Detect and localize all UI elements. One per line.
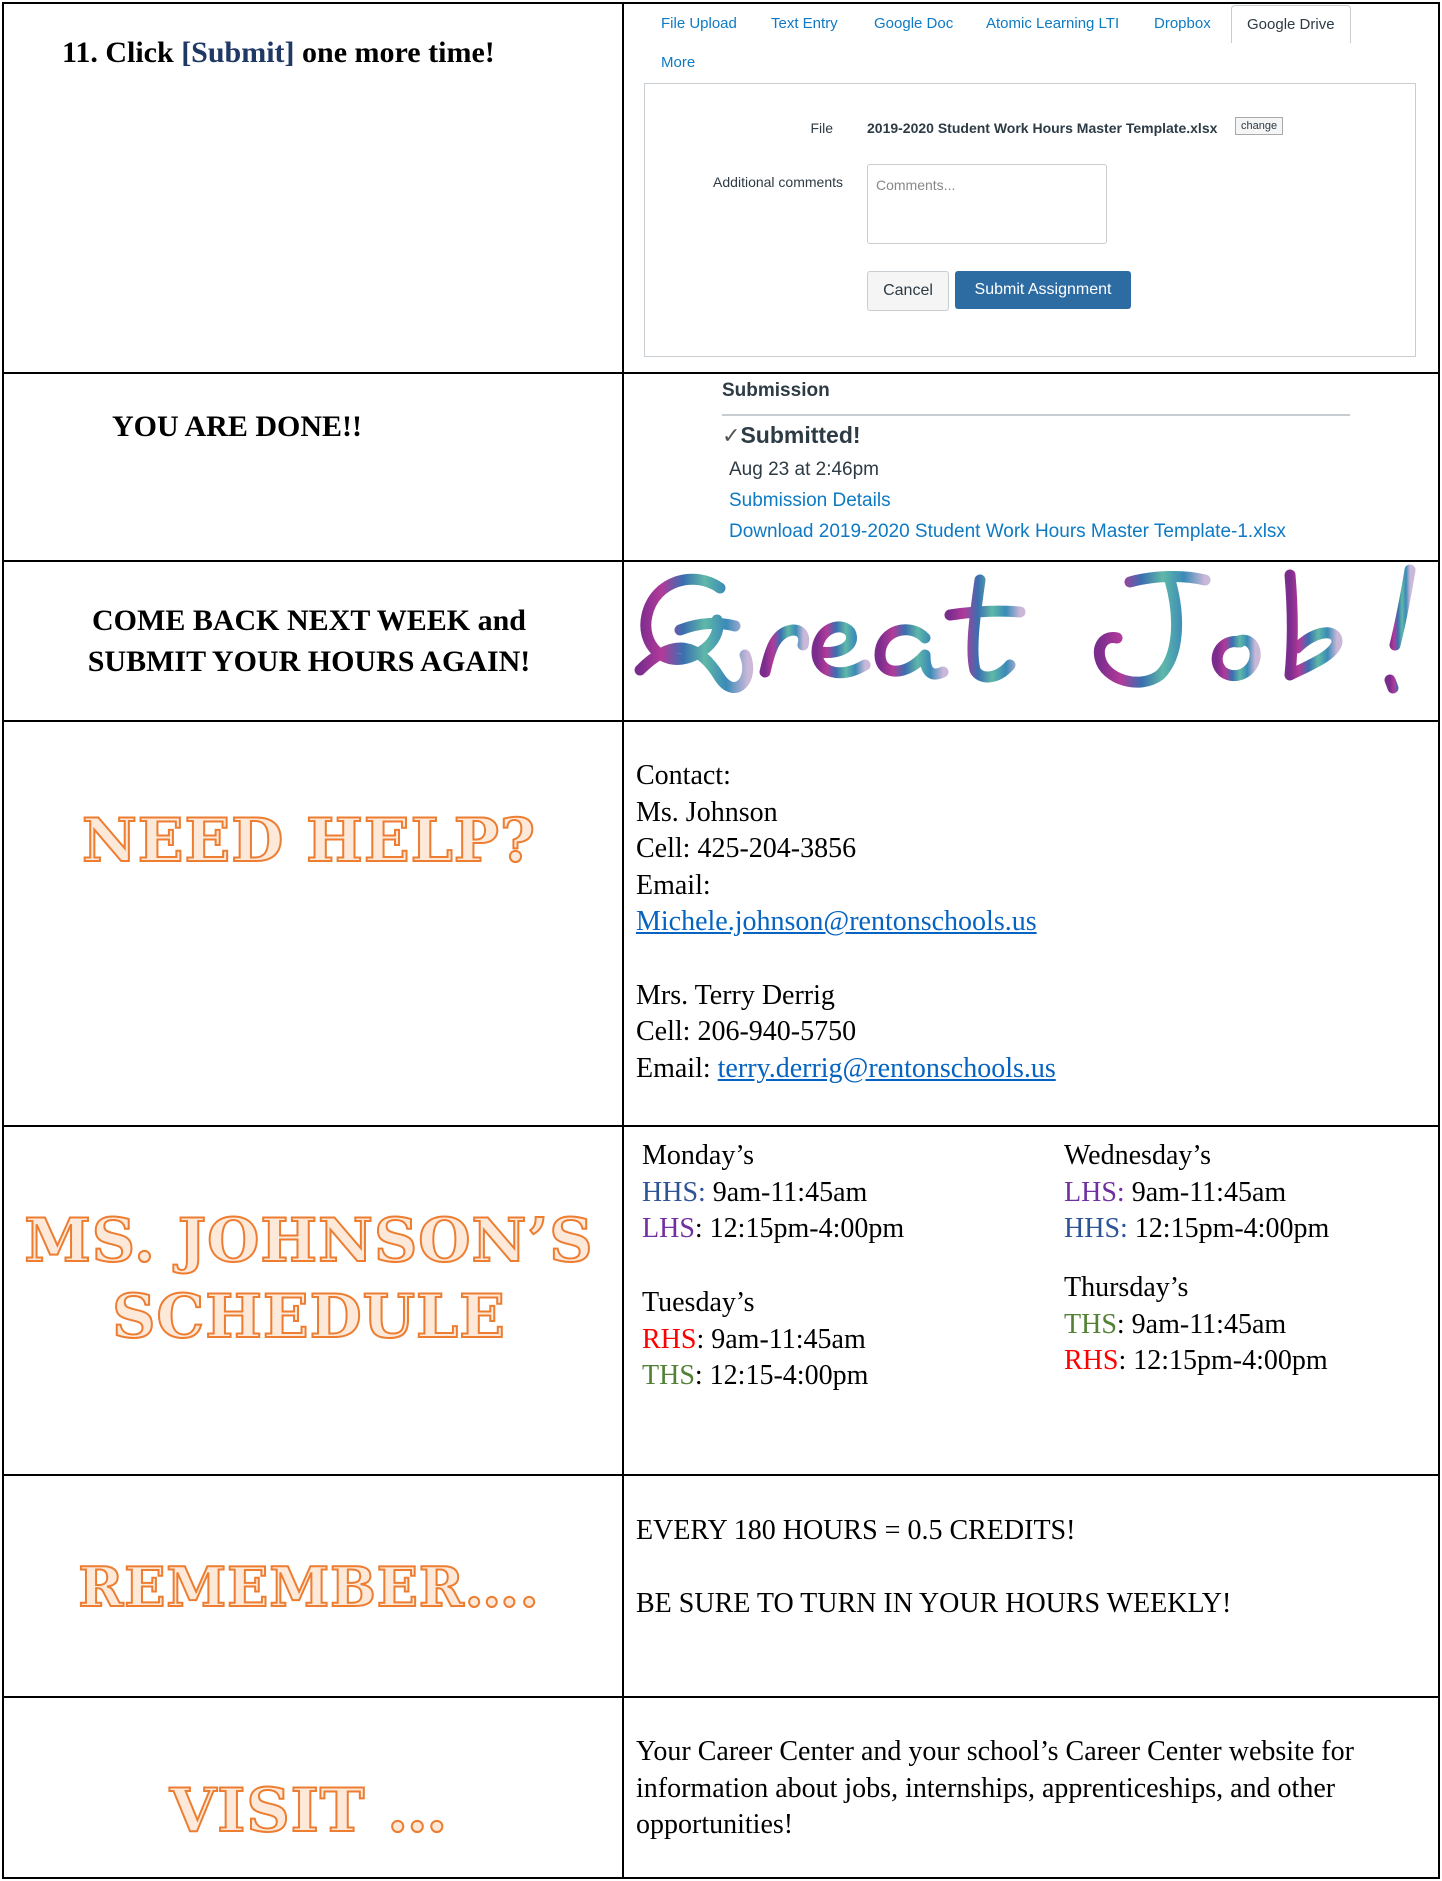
tab-google-doc[interactable]: Google Doc <box>874 15 953 32</box>
cancel-button[interactable]: Cancel <box>867 271 949 311</box>
schedule-title-line1: MS. JOHNSON’S <box>23 1205 594 1277</box>
submission-details-link[interactable]: Submission Details <box>729 490 891 512</box>
contact2-email-label: Email: <box>636 1052 718 1084</box>
schedule-title-line2: SCHEDULE <box>111 1281 506 1353</box>
letter-a <box>874 624 949 680</box>
remember-title: REMEMBER…. <box>77 1554 540 1620</box>
submission-heading: Submission <box>722 380 830 401</box>
wednesday-schedule: Wednesday’s LHS: 9am-11:45am HHS: 12:15p… <box>1064 1138 1329 1248</box>
help-title-cell <box>2 719 624 1128</box>
contact1-email-link[interactable]: Michele.johnson@rentonschools.us <box>636 906 1037 937</box>
school-code: THS <box>1064 1308 1117 1340</box>
monday-schedule: Monday’s HHS: 9am-11:45am LHS: 12:15pm-4… <box>642 1138 904 1248</box>
file-label: File <box>810 120 833 136</box>
letter-exclaim <box>1384 564 1416 694</box>
tab-file-upload[interactable]: File Upload <box>661 15 737 32</box>
done-text: YOU ARE DONE!! <box>112 410 363 443</box>
tab-text-entry[interactable]: Text Entry <box>771 15 838 32</box>
contact2-cell: Cell: 206-940-5750 <box>636 1016 857 1048</box>
school-code: RHS <box>642 1323 697 1355</box>
tab-atomic-learning[interactable]: Atomic Learning LTI <box>986 15 1119 32</box>
contact2-email-link[interactable]: terry.derrig@rentonschools.us <box>718 1053 1056 1084</box>
time-range: 9am-11:45am <box>1124 1176 1287 1208</box>
tab-dropbox[interactable]: Dropbox <box>1154 15 1211 32</box>
contact-label: Contact: <box>636 760 731 791</box>
wednesday-label: Wednesday’s <box>1064 1140 1212 1171</box>
check-icon: ✓ <box>722 423 741 448</box>
time-range: : 12:15pm-4:00pm <box>694 1213 905 1245</box>
school-code: THS <box>642 1360 695 1392</box>
school-code: LHS <box>642 1213 695 1245</box>
letter-t <box>944 574 1026 683</box>
come-back-line2: SUBMIT YOUR HOURS AGAIN! <box>87 645 531 678</box>
remember-line2: BE SURE TO TURN IN YOUR HOURS WEEKLY! <box>636 1588 1232 1620</box>
change-button[interactable]: change <box>1235 117 1284 135</box>
submission-panel: File 2019-2020 Student Work Hours Master… <box>644 83 1416 357</box>
tab-google-drive[interactable]: Google Drive <box>1231 5 1351 43</box>
letter-g <box>634 573 754 693</box>
submit-assignment-button[interactable]: Submit Assignment <box>955 271 1131 309</box>
letter-r <box>759 624 810 678</box>
time-range: : 12:15pm-4:00pm <box>1118 1345 1328 1377</box>
contact2-name: Mrs. Terry Derrig <box>636 979 835 1011</box>
step-prefix: 11. Click <box>62 36 182 69</box>
time-range: : 9am-11:45am <box>696 1323 866 1355</box>
come-back-text: COME BACK NEXT WEEK and SUBMIT YOUR HOUR… <box>0 600 618 682</box>
monday-label: Monday’s <box>642 1140 754 1171</box>
school-code: RHS <box>1064 1345 1119 1377</box>
thursday-schedule: Thursday’s THS: 9am-11:45am RHS: 12:15pm… <box>1064 1270 1328 1380</box>
step-instruction: 11. Click [Submit] one more time! <box>62 36 495 70</box>
come-back-line1: COME BACK NEXT WEEK and <box>92 604 526 637</box>
time-range: 12:15pm-4:00pm <box>1127 1213 1330 1245</box>
schedule-title: MS. JOHNSON’S SCHEDULE <box>0 1203 618 1355</box>
contact1-name: Ms. Johnson <box>636 796 778 828</box>
submitted-status: ✓Submitted! <box>722 422 861 449</box>
need-help-title: NEED HELP? <box>81 805 537 877</box>
remember-line1: EVERY 180 HOURS = 0.5 CREDITS! <box>636 1515 1076 1546</box>
remember-block: EVERY 180 HOURS = 0.5 CREDITS! BE SURE T… <box>636 1513 1231 1623</box>
step-highlight: [Submit] <box>181 36 295 69</box>
submission-tabs: File Upload Text Entry Google Doc Atomic… <box>660 5 1420 75</box>
comments-label: Additional comments <box>713 174 843 190</box>
visit-text: Your Career Center and your school’s Car… <box>636 1736 1354 1841</box>
letter-o <box>1211 634 1261 682</box>
file-name: 2019-2020 Student Work Hours Master Temp… <box>867 120 1218 136</box>
time-range: : 12:15-4:00pm <box>694 1360 869 1392</box>
contact1-email-label: Email: <box>636 869 711 901</box>
tab-more[interactable]: More <box>661 54 695 71</box>
school-code: LHS: <box>1064 1176 1125 1208</box>
school-code: HHS: <box>642 1176 706 1208</box>
visit-title: VISIT … <box>169 1775 449 1847</box>
done-cell <box>2 372 624 562</box>
letter-j <box>1093 570 1211 688</box>
step-suffix: one more time! <box>294 36 495 69</box>
letter-e <box>811 621 871 679</box>
contact-block: Contact: Ms. Johnson Cell: 425-204-3856 … <box>636 758 1056 1087</box>
submitted-label: Submitted! <box>740 422 861 448</box>
contact1-cell: Cell: 425-204-3856 <box>636 833 857 865</box>
thursday-label: Thursday’s <box>1064 1272 1189 1303</box>
great-job-graphic <box>634 564 1416 694</box>
school-code: HHS: <box>1064 1213 1128 1245</box>
time-range: 9am-11:45am <box>705 1176 868 1208</box>
comments-textarea[interactable]: Comments... <box>867 164 1107 244</box>
submission-date: Aug 23 at 2:46pm <box>729 459 879 480</box>
submission-divider <box>722 414 1350 416</box>
tuesday-schedule: Tuesday’s RHS: 9am-11:45am THS: 12:15-4:… <box>642 1285 868 1395</box>
download-file-link[interactable]: Download 2019-2020 Student Work Hours Ma… <box>729 521 1286 543</box>
tuesday-label: Tuesday’s <box>642 1287 755 1318</box>
time-range: : 9am-11:45am <box>1116 1308 1287 1340</box>
letter-b <box>1284 569 1343 681</box>
